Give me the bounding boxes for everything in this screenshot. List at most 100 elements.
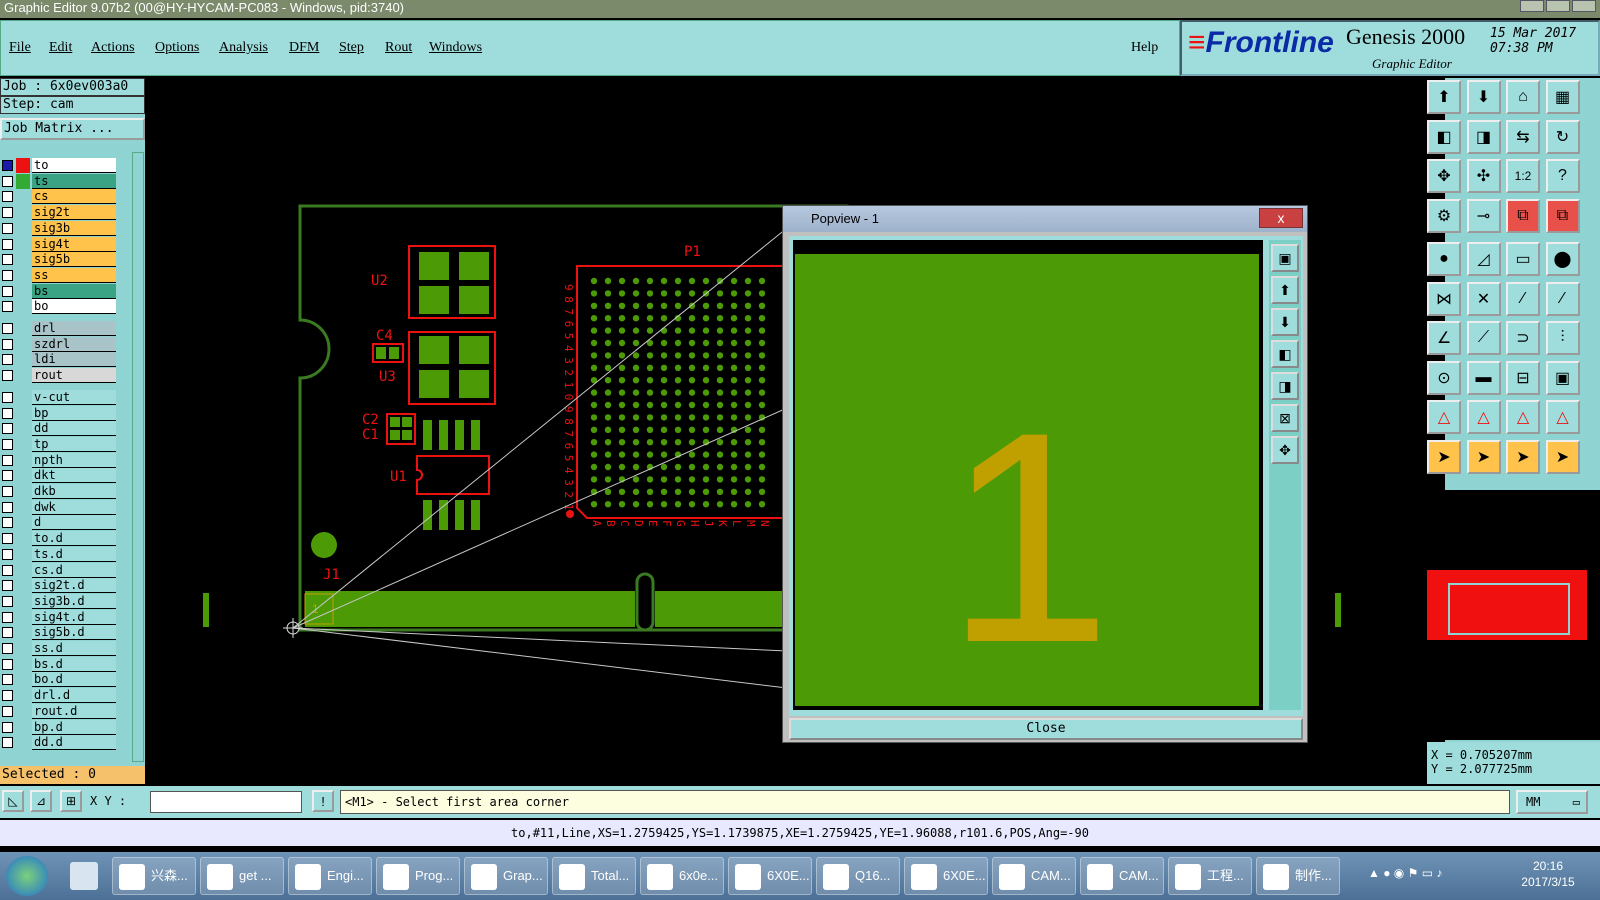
- layer-checkbox[interactable]: [2, 222, 13, 234]
- cross-icon[interactable]: ✕: [1466, 281, 1501, 316]
- layer-row[interactable]: d: [0, 515, 116, 531]
- layer-row[interactable]: szdrl: [0, 336, 116, 352]
- popview-window-icon[interactable]: ▣: [1271, 244, 1299, 272]
- menu-dfm[interactable]: DFM: [289, 40, 319, 56]
- layer-color-swatch[interactable]: [16, 704, 30, 719]
- layer-row[interactable]: rout: [0, 368, 116, 384]
- taskbar-item[interactable]: get ...: [200, 857, 284, 895]
- popview-down-icon[interactable]: ⬇: [1271, 308, 1299, 336]
- taskbar-item[interactable]: Engi...: [288, 857, 372, 895]
- layer-row[interactable]: sig5b.d: [0, 625, 116, 641]
- panel-icon[interactable]: ▦: [1545, 80, 1580, 114]
- right-icon[interactable]: ◨: [1466, 119, 1501, 154]
- layer-color-swatch[interactable]: [16, 406, 30, 421]
- window-down-icon[interactable]: ⬇: [1466, 80, 1501, 114]
- layer-row[interactable]: ldi: [0, 352, 116, 368]
- taskbar-item[interactable]: Total...: [552, 857, 636, 895]
- layer-checkbox[interactable]: [2, 721, 13, 733]
- cube-icon[interactable]: ▣: [1545, 360, 1580, 395]
- layer-checkbox[interactable]: [2, 501, 13, 513]
- menu-help[interactable]: Help: [1131, 40, 1158, 56]
- layer-row[interactable]: to.d: [0, 531, 116, 547]
- layer-row[interactable]: ss: [0, 267, 116, 283]
- measure-icon[interactable]: ⊟: [1506, 360, 1540, 395]
- tri-c-icon[interactable]: △: [1506, 400, 1540, 434]
- dot-icon[interactable]: ⬤: [1545, 242, 1580, 276]
- layer-color-swatch[interactable]: [16, 594, 30, 609]
- layer-row[interactable]: tp: [0, 436, 116, 452]
- pointer-circle-icon[interactable]: ➤: [1506, 439, 1540, 474]
- pen-red-icon[interactable]: ∠: [1427, 321, 1461, 355]
- layer-color-swatch[interactable]: [16, 237, 30, 252]
- layer-color-swatch[interactable]: [16, 158, 30, 173]
- layer-checkbox[interactable]: [2, 658, 13, 670]
- layer-color-swatch[interactable]: [16, 720, 30, 735]
- layer-color-swatch[interactable]: [16, 173, 30, 189]
- menu-options[interactable]: Options: [155, 40, 199, 56]
- layer-color-swatch[interactable]: [16, 641, 30, 656]
- taskbar-item[interactable]: 6X0E...: [728, 857, 812, 895]
- layer-row[interactable]: dd: [0, 421, 116, 437]
- layer-color-swatch[interactable]: [16, 735, 30, 750]
- pointer-route-icon[interactable]: ➤: [1545, 439, 1580, 474]
- layer-checkbox[interactable]: [2, 674, 13, 686]
- layer-color-swatch[interactable]: [16, 453, 30, 468]
- layer-checkbox[interactable]: [2, 737, 13, 749]
- menu-actions[interactable]: Actions: [91, 40, 135, 56]
- layer-color-swatch[interactable]: [16, 221, 30, 236]
- layer-color-swatch[interactable]: [16, 337, 30, 352]
- popview-right-icon[interactable]: ◨: [1271, 372, 1299, 400]
- layer-color-swatch[interactable]: [16, 284, 30, 299]
- layer-row[interactable]: rout.d: [0, 703, 116, 719]
- job-matrix-button[interactable]: Job Matrix ...: [0, 118, 145, 140]
- layer-checkbox[interactable]: [2, 611, 13, 623]
- layer-row[interactable]: to: [0, 158, 116, 173]
- layer-color-swatch[interactable]: [16, 268, 30, 283]
- tri-a-icon[interactable]: △: [1427, 400, 1461, 434]
- layer-checkbox[interactable]: [2, 643, 13, 654]
- popview-up-icon[interactable]: ⬆: [1271, 276, 1299, 304]
- layer-color-swatch[interactable]: [16, 421, 30, 436]
- layer-color-swatch[interactable]: [16, 531, 30, 546]
- layer-row[interactable]: sig2t.d: [0, 578, 116, 594]
- layer-checkbox[interactable]: [2, 548, 13, 560]
- close-window-button[interactable]: [1572, 0, 1596, 12]
- layer-row[interactable]: bp.d: [0, 719, 116, 735]
- layer-color-swatch[interactable]: [16, 390, 30, 405]
- layer-color-swatch[interactable]: [16, 578, 30, 593]
- menu-step[interactable]: Step: [339, 40, 364, 56]
- snap-mode-icon[interactable]: ◺: [2, 790, 24, 812]
- layer-checkbox[interactable]: [2, 285, 13, 297]
- menu-rout[interactable]: Rout: [385, 40, 412, 56]
- layer-checkbox[interactable]: [2, 391, 13, 403]
- layer-row[interactable]: dkb: [0, 484, 116, 499]
- layer-color-swatch[interactable]: [16, 468, 30, 483]
- grid-icon[interactable]: ⊞: [60, 790, 82, 812]
- popview-titlebar[interactable]: Popview - 1 x: [783, 206, 1307, 232]
- popview-fit-icon[interactable]: ⊠: [1271, 404, 1299, 432]
- pad-icon[interactable]: ●: [1427, 242, 1461, 276]
- layer-color-swatch[interactable]: [16, 547, 30, 562]
- taskbar-item[interactable]: 制作...: [1256, 857, 1340, 895]
- layer-row[interactable]: dkt: [0, 468, 116, 484]
- layer-checkbox[interactable]: [2, 595, 13, 607]
- popview-canvas[interactable]: 1: [793, 240, 1263, 710]
- layer-color-swatch[interactable]: [16, 610, 30, 625]
- alert-icon[interactable]: !: [312, 790, 334, 812]
- layer-checkbox[interactable]: [2, 301, 13, 313]
- layer-checkbox[interactable]: [2, 354, 13, 366]
- layer-row[interactable]: bo.d: [0, 672, 116, 688]
- board-overview[interactable]: [1427, 490, 1600, 740]
- fit-icon[interactable]: ✥: [1427, 159, 1461, 193]
- layer-color-swatch[interactable]: [16, 205, 30, 220]
- layers-alt-icon[interactable]: ⧉: [1545, 198, 1580, 233]
- popview-left-icon[interactable]: ◧: [1271, 340, 1299, 368]
- layer-row[interactable]: ts: [0, 173, 116, 189]
- tri-b-icon[interactable]: △: [1466, 400, 1501, 434]
- layer-checkbox[interactable]: [2, 191, 13, 203]
- layer-color-swatch[interactable]: [16, 563, 30, 578]
- layer-color-swatch[interactable]: [16, 500, 30, 515]
- home-icon[interactable]: ⌂: [1506, 80, 1540, 114]
- tri-d-icon[interactable]: △: [1545, 400, 1580, 434]
- layer-checkbox[interactable]: [2, 407, 13, 419]
